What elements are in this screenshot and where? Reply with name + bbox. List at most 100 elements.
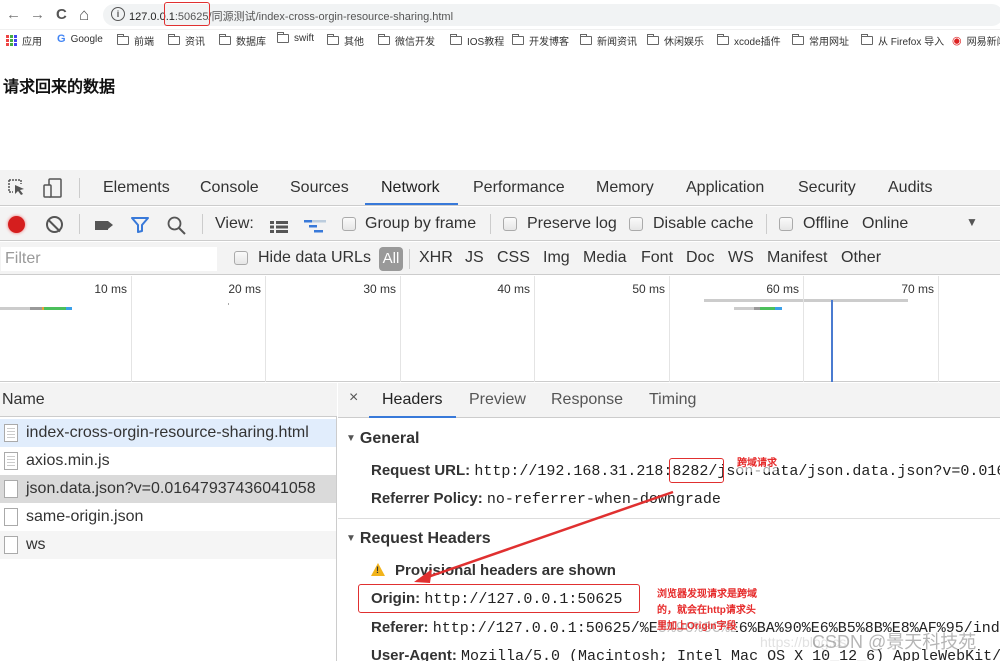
- detail-tab-bar: × Headers Preview Response Timing: [338, 383, 1000, 418]
- tab-audits[interactable]: Audits: [888, 179, 932, 197]
- search-icon[interactable]: [167, 216, 186, 235]
- tab-sources[interactable]: Sources: [290, 179, 349, 197]
- tab-performance[interactable]: Performance: [473, 179, 565, 197]
- waterfall-overview-icon[interactable]: [304, 220, 328, 234]
- bookmark-item[interactable]: 新闻资讯: [580, 33, 637, 48]
- large-rows-icon[interactable]: [270, 221, 288, 233]
- filter-type-doc[interactable]: Doc: [686, 249, 714, 267]
- request-row[interactable]: axios.min.js: [0, 447, 336, 475]
- referrer-policy-row: Referrer Policy: no-referrer-when-downgr…: [371, 490, 721, 508]
- bookmark-item[interactable]: 常用网址: [792, 33, 849, 48]
- filter-input[interactable]: [1, 247, 217, 271]
- disable-cache-checkbox[interactable]: [629, 217, 643, 231]
- request-headers-section-toggle[interactable]: ▼ Request Headers: [346, 530, 491, 548]
- bookmark-item[interactable]: 前端: [117, 33, 154, 48]
- tab-response[interactable]: Response: [551, 391, 623, 409]
- home-button[interactable]: ⌂: [79, 5, 89, 25]
- expand-triangle-icon: ▼: [346, 433, 356, 444]
- throttling-select[interactable]: Online: [862, 215, 908, 233]
- request-row[interactable]: json.data.json?v=0.01647937436041058: [0, 475, 336, 503]
- download-bar: [775, 307, 782, 310]
- group-by-frame-label: Group by frame: [365, 215, 477, 232]
- offline-checkbox[interactable]: [779, 217, 793, 231]
- timeline-tick-label: 30 ms: [363, 282, 396, 296]
- throttling-dropdown-icon[interactable]: ▼: [966, 215, 978, 229]
- info-icon[interactable]: i: [111, 7, 125, 21]
- header-value: no-referrer-when-downgrade: [486, 491, 721, 508]
- bookmark-item[interactable]: IOS教程: [450, 33, 504, 48]
- bookmark-item[interactable]: 休闲娱乐: [647, 33, 704, 48]
- timeline-gridline: [803, 276, 804, 382]
- filter-type-js[interactable]: JS: [465, 249, 484, 267]
- filter-icon[interactable]: [131, 217, 149, 233]
- bookmark-item[interactable]: ◉ 网易新闻: [952, 33, 1000, 48]
- inspect-element-icon[interactable]: [8, 179, 26, 196]
- tab-console[interactable]: Console: [200, 179, 259, 197]
- filter-type-all[interactable]: All: [379, 247, 403, 271]
- filter-type-media[interactable]: Media: [583, 249, 627, 267]
- cross-domain-label: 跨域请求: [737, 456, 777, 472]
- tab-timing[interactable]: Timing: [649, 391, 696, 409]
- tab-elements[interactable]: Elements: [103, 179, 170, 197]
- tab-application[interactable]: Application: [686, 179, 764, 197]
- bookmark-item[interactable]: 其他: [327, 33, 364, 48]
- bookmark-item[interactable]: 应用: [6, 33, 42, 48]
- bookmark-item[interactable]: xcode插件: [717, 33, 781, 48]
- timeline-tick-label: 70 ms: [901, 282, 934, 296]
- forward-button[interactable]: →: [30, 5, 45, 25]
- bookmark-item[interactable]: 资讯: [168, 33, 205, 48]
- bookmark-item[interactable]: G Google: [57, 33, 103, 45]
- capture-screenshots-icon[interactable]: [95, 221, 108, 230]
- filter-type-manifest[interactable]: Manifest: [767, 249, 827, 267]
- bookmark-item[interactable]: 数据库: [219, 33, 266, 48]
- folder-icon: [580, 34, 592, 45]
- section-divider: [338, 518, 1000, 519]
- back-button[interactable]: ←: [6, 5, 21, 25]
- request-row[interactable]: ws: [0, 531, 336, 559]
- tab-memory[interactable]: Memory: [596, 179, 654, 197]
- filter-type-css[interactable]: CSS: [497, 249, 530, 267]
- bookmark-item[interactable]: 微信开发: [378, 33, 435, 48]
- timeline-overview[interactable]: 10 ms 20 ms 30 ms 40 ms 50 ms 60 ms 70 ms: [0, 276, 1000, 382]
- preserve-log-checkbox[interactable]: [503, 217, 517, 231]
- port-8282-highlight-box: [669, 458, 724, 483]
- tab-security[interactable]: Security: [798, 179, 856, 197]
- bookmarks-bar: 应用 G Google 前端 资讯 数据库 swift 其他 微信开发 IOS教程 开发博客 新闻资讯…: [0, 30, 1000, 50]
- request-row[interactable]: index-cross-orgin-resource-sharing.html: [0, 419, 336, 447]
- general-section-toggle[interactable]: ▼ General: [346, 430, 420, 448]
- close-detail-button[interactable]: ×: [349, 389, 358, 407]
- filter-type-other[interactable]: Other: [841, 249, 881, 267]
- device-toolbar-icon[interactable]: [43, 178, 63, 198]
- timeline-tick-label: 40 ms: [497, 282, 530, 296]
- folder-icon: [647, 34, 659, 45]
- filter-type-xhr[interactable]: XHR: [419, 249, 453, 267]
- active-tab-indicator: [365, 203, 458, 205]
- header-key: User-Agent:: [371, 647, 457, 661]
- request-row[interactable]: same-origin.json: [0, 503, 336, 531]
- filter-type-ws[interactable]: WS: [728, 249, 754, 267]
- bookmark-label: Google: [70, 33, 103, 45]
- tab-headers[interactable]: Headers: [382, 391, 442, 409]
- tab-network[interactable]: Network: [381, 179, 440, 197]
- script-icon: [4, 452, 18, 470]
- filter-type-img[interactable]: Img: [543, 249, 570, 267]
- url-bar[interactable]: i 127.0.0.1:50625/同源测试/index-cross-orgin…: [103, 4, 1000, 26]
- reload-button[interactable]: C: [56, 5, 67, 25]
- timeline-gridline: [669, 276, 670, 382]
- filter-type-font[interactable]: Font: [641, 249, 673, 267]
- hide-data-urls-checkbox[interactable]: [234, 251, 248, 265]
- clear-button[interactable]: [46, 216, 63, 233]
- group-by-frame-checkbox[interactable]: [342, 217, 356, 231]
- offline-label: Offline: [803, 215, 849, 232]
- timeline-tick-label: 50 ms: [632, 282, 665, 296]
- folder-icon: [450, 34, 462, 45]
- bookmark-item[interactable]: 开发博客: [512, 33, 569, 48]
- record-button[interactable]: [8, 216, 25, 233]
- note-line: 里加上Origin字段: [657, 619, 737, 635]
- tab-preview[interactable]: Preview: [469, 391, 526, 409]
- timeline-tick-label: 10 ms: [94, 282, 127, 296]
- bookmark-item[interactable]: swift: [277, 32, 314, 44]
- bookmark-item[interactable]: 从 Firefox 导入: [861, 33, 944, 48]
- document-icon: [4, 424, 18, 442]
- name-column-header[interactable]: Name: [0, 383, 337, 417]
